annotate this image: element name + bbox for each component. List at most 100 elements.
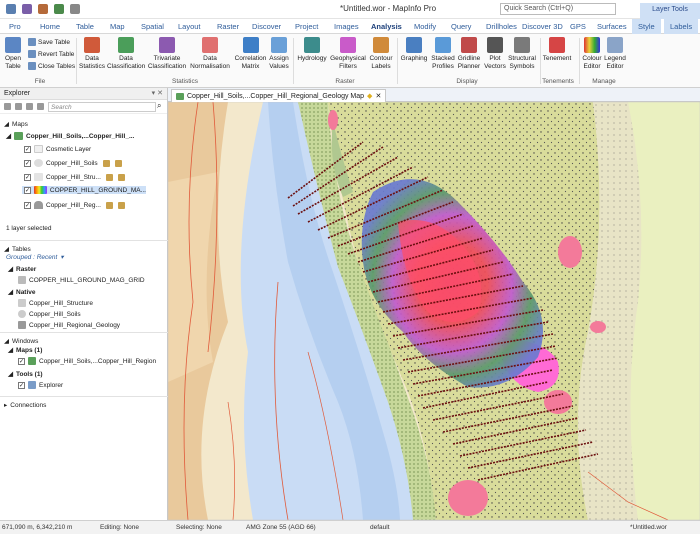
edit-icon[interactable] — [105, 173, 113, 181]
undo-icon[interactable] — [54, 4, 64, 14]
tab-home[interactable]: Home — [40, 22, 60, 31]
layer-label: Copper_Hill_Stru... — [46, 173, 101, 181]
save-table-button[interactable]: Save Table — [28, 38, 70, 46]
table-item[interactable]: COPPER_HILL_GROUND_MAG_GRID — [18, 276, 145, 284]
maps-section-header[interactable]: ◢ Maps — [4, 120, 28, 129]
quick-access-toolbar[interactable] — [6, 4, 80, 14]
edit-icon[interactable] — [102, 159, 110, 167]
tab-query[interactable]: Query — [451, 22, 471, 31]
layer-visibility-checkbox[interactable]: ✓ — [24, 145, 31, 153]
colour-editor-button[interactable]: Colour Editor — [581, 37, 603, 70]
contour-labels-button[interactable]: Contour Labels — [367, 37, 395, 70]
layer-visibility-checkbox[interactable]: ✓ — [24, 173, 31, 181]
structural-symbols-button[interactable]: Structural Symbols — [507, 37, 537, 70]
search-icon[interactable]: ⌕ — [157, 101, 161, 111]
tab-spatial[interactable]: Spatial — [141, 22, 164, 31]
trivariate-classification-button[interactable]: Trivariate Classification — [147, 37, 187, 70]
table-item[interactable]: Copper_Hill_Soils — [18, 310, 81, 318]
tab-layout[interactable]: Layout — [178, 22, 201, 31]
window-checkbox[interactable]: ✓ — [18, 357, 25, 365]
grouped-dropdown[interactable]: Grouped : Recent ▾ — [6, 253, 64, 262]
layer-visibility-checkbox[interactable]: ✓ — [24, 159, 31, 167]
data-statistics-button[interactable]: Data Statistics — [78, 37, 106, 70]
assign-values-button[interactable]: Assign Values — [268, 37, 290, 70]
window-checkbox[interactable]: ✓ — [18, 381, 25, 389]
customize-icon[interactable] — [70, 4, 80, 14]
open-icon[interactable] — [38, 4, 48, 14]
raster-group[interactable]: ◢ Raster — [8, 265, 36, 274]
map-canvas[interactable] — [168, 102, 700, 520]
explorer-search-input[interactable]: Search — [48, 102, 156, 112]
layer-row[interactable]: ✓ Cosmetic Layer — [24, 145, 91, 153]
remove-icon[interactable] — [15, 103, 22, 110]
layer-visibility-checkbox[interactable]: ✓ — [24, 186, 31, 194]
graphing-button[interactable]: Graphing — [399, 37, 429, 63]
window-item[interactable]: ✓ Copper_Hill_Soils,...Copper_Hill_Region — [18, 357, 156, 365]
up-icon[interactable] — [26, 103, 33, 110]
status-projection[interactable]: AMG Zone 55 (AGD 66) — [246, 524, 316, 531]
down-icon[interactable] — [37, 103, 44, 110]
tab-style[interactable]: Style — [632, 19, 661, 34]
status-editing[interactable]: Editing: None — [100, 524, 139, 531]
table-item[interactable]: Copper_Hill_Structure — [18, 299, 93, 307]
tables-section-header[interactable]: ◢ Tables — [0, 240, 168, 253]
style-icon[interactable] — [117, 173, 125, 181]
quick-search-input[interactable]: Quick Search (Ctrl+Q) — [500, 3, 616, 15]
assign-values-label: Assign Values — [269, 55, 289, 70]
layer-visibility-checkbox[interactable]: ✓ — [24, 201, 31, 209]
tab-drillholes[interactable]: Drillholes — [486, 22, 517, 31]
style-icon[interactable] — [117, 201, 125, 209]
tab-project[interactable]: Project — [295, 22, 318, 31]
close-tables-button[interactable]: Close Tables — [28, 62, 75, 70]
tab-gps[interactable]: GPS — [570, 22, 586, 31]
map-node[interactable]: ◢ Copper_Hill_Soils,...Copper_Hill_... — [6, 132, 134, 140]
tab-images[interactable]: Images — [334, 22, 359, 31]
plot-vectors-button[interactable]: Plot Vectors — [484, 37, 506, 70]
save-icon[interactable] — [22, 4, 32, 14]
data-normalisation-button[interactable]: Data Normalisation — [189, 37, 231, 70]
pin-icon[interactable]: ◆ — [367, 92, 372, 100]
tab-modify[interactable]: Modify — [414, 22, 436, 31]
style-icon[interactable] — [114, 159, 122, 167]
tab-map[interactable]: Map — [110, 22, 125, 31]
layer-row[interactable]: ✓ Copper_Hill_Reg... — [24, 201, 125, 209]
tab-discover-3d[interactable]: Discover 3D — [522, 22, 563, 31]
window-item[interactable]: ✓ Explorer — [18, 381, 63, 389]
windows-section-header[interactable]: ◢ Windows — [0, 332, 168, 345]
stacked-profiles-button[interactable]: Stacked Profiles — [430, 37, 456, 70]
tab-raster[interactable]: Raster — [217, 22, 239, 31]
tab-table[interactable]: Table — [76, 22, 94, 31]
add-icon[interactable] — [4, 103, 11, 110]
close-icon[interactable]: ✕ — [375, 92, 381, 100]
geophysical-filters-button[interactable]: Geophysical Filters — [329, 37, 367, 70]
tab-analysis[interactable]: Analysis — [371, 22, 402, 31]
data-classification-button[interactable]: Data Classification — [107, 37, 145, 70]
explorer-toolbar: Search ⌕ — [0, 100, 167, 114]
edit-icon[interactable] — [105, 201, 113, 209]
hydrology-button[interactable]: Hydrology — [296, 37, 328, 63]
pin-icon[interactable]: ▾ ✕ — [152, 89, 163, 97]
table-item[interactable]: Copper_Hill_Regional_Geology — [18, 321, 120, 329]
maps-window-group[interactable]: ◢ Maps (1) — [8, 346, 42, 355]
layer-row-selected[interactable]: ✓ COPPER_HILL_GROUND_MA... — [22, 186, 146, 194]
native-group[interactable]: ◢ Native — [8, 288, 36, 297]
map-tab[interactable]: Copper_Hill_Soils,...Copper_Hill_Regiona… — [171, 89, 387, 102]
tenement-button[interactable]: Tenement — [542, 37, 572, 63]
status-style[interactable]: default — [370, 524, 390, 531]
open-table-button[interactable]: Open Table — [3, 37, 23, 70]
tab-pro[interactable]: Pro — [9, 22, 21, 31]
tab-labels[interactable]: Labels — [664, 19, 699, 34]
status-selecting[interactable]: Selecting: None — [176, 524, 222, 531]
gridline-planner-button[interactable]: Gridline Planner — [457, 37, 481, 70]
map-drawing[interactable] — [168, 102, 700, 520]
tools-window-group[interactable]: ◢ Tools (1) — [8, 370, 43, 379]
tab-surfaces[interactable]: Surfaces — [597, 22, 627, 31]
layer-row[interactable]: ✓ Copper_Hill_Soils — [24, 159, 122, 167]
legend-editor-button[interactable]: Legend Editor — [604, 37, 626, 70]
table-item-label: Copper_Hill_Regional_Geology — [29, 321, 121, 329]
layer-row[interactable]: ✓ Copper_Hill_Stru... — [24, 173, 125, 181]
connections-section-header[interactable]: ▸ Connections — [0, 396, 168, 409]
correlation-matrix-button[interactable]: Correlation Matrix — [234, 37, 267, 70]
tab-discover[interactable]: Discover — [252, 22, 281, 31]
revert-table-button[interactable]: Revert Table — [28, 50, 74, 58]
